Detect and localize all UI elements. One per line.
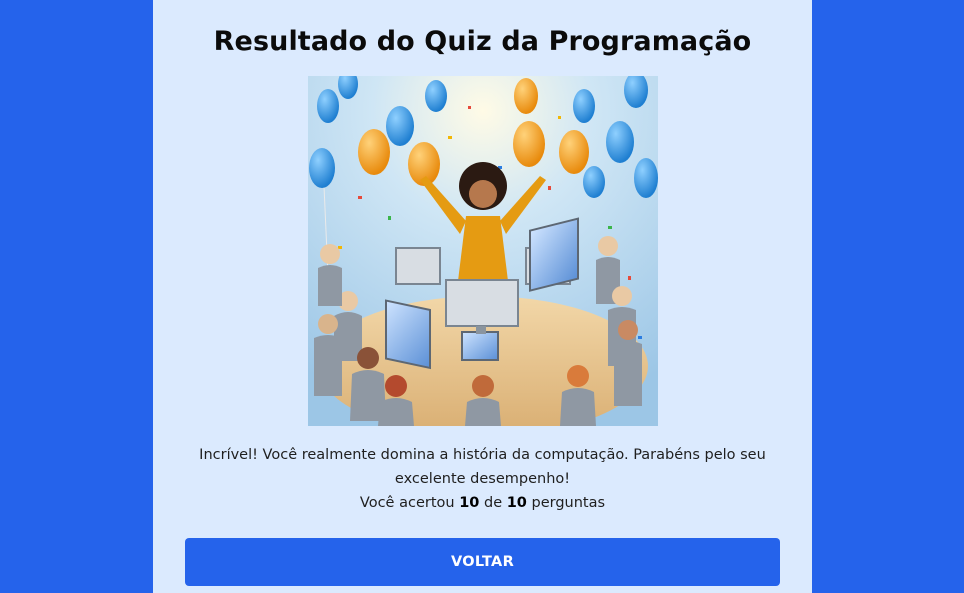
page-title: Resultado do Quiz da Programação (213, 26, 752, 57)
score-correct: 10 (459, 495, 480, 511)
result-text: Incrível! Você realmente domina a histór… (199, 447, 766, 487)
result-message: Incrível! Você realmente domina a histór… (193, 443, 772, 515)
result-card: Resultado do Quiz da Programação Incríve… (153, 0, 812, 593)
score-line: Você acertou 10 de 10 perguntas (193, 491, 772, 515)
celebration-illustration (308, 76, 658, 426)
back-button[interactable]: VOLTAR (185, 538, 780, 586)
score-total: 10 (506, 495, 527, 511)
score-middle: de (483, 495, 503, 511)
score-suffix: perguntas (531, 495, 606, 511)
score-prefix: Você acertou (359, 495, 455, 511)
